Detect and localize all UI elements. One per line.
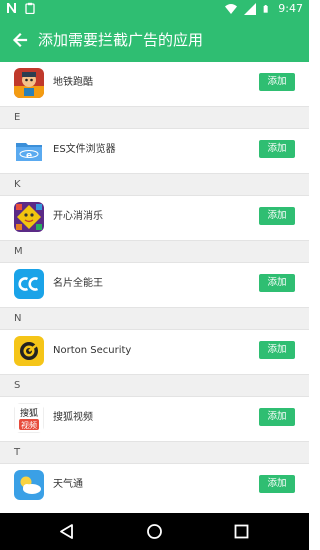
list-item: e ES文件浏览器 添加 — [0, 129, 309, 173]
section-letter: S — [14, 380, 21, 391]
system-nav-bar — [0, 513, 309, 550]
add-button[interactable]: 添加 — [259, 341, 295, 359]
section-letter: E — [14, 112, 21, 123]
add-button[interactable]: 添加 — [259, 475, 295, 493]
section-letter: M — [14, 246, 23, 257]
app-name: 搜狐视频 — [53, 412, 93, 423]
section-header: T — [0, 441, 309, 464]
add-button[interactable]: 添加 — [259, 207, 295, 225]
battery-icon — [263, 5, 268, 13]
app-name: 开心消消乐 — [53, 211, 103, 222]
sohu-logo-text-bottom: 视频 — [21, 420, 37, 430]
notification-n-icon — [7, 3, 16, 13]
app-name: ES文件浏览器 — [53, 144, 116, 155]
app-bar: 添加需要拦截广告的应用 — [0, 18, 309, 62]
sohu-video-icon: 搜狐 视频 — [14, 403, 44, 433]
happy-elimination-icon — [14, 202, 44, 232]
section-header: K — [0, 173, 309, 196]
list-item: 搜狐 视频 搜狐视频 添加 — [0, 397, 309, 441]
wifi-icon — [225, 4, 238, 14]
section-letter: N — [14, 313, 22, 324]
recents-square-icon[interactable] — [233, 523, 250, 540]
subway-surfers-icon — [14, 68, 44, 98]
section-header: S — [0, 374, 309, 397]
camcard-icon — [14, 269, 44, 299]
list-item: 名片全能王 添加 — [0, 263, 309, 307]
status-bar: 9:47 — [0, 0, 309, 18]
section-letter: T — [14, 447, 21, 458]
section-header: N — [0, 307, 309, 330]
arrow-left-icon[interactable] — [10, 30, 30, 50]
add-button[interactable]: 添加 — [259, 73, 295, 91]
es-file-explorer-icon: e — [14, 135, 44, 165]
section-header: E — [0, 106, 309, 129]
back-triangle-icon[interactable] — [58, 523, 75, 540]
norton-security-icon — [14, 336, 44, 366]
app-name: 天气通 — [53, 479, 83, 490]
cellular-signal-icon — [244, 3, 257, 15]
weather-app-icon — [14, 470, 44, 500]
page-title: 添加需要拦截广告的应用 — [38, 31, 204, 49]
list-item: 地铁跑酷 添加 — [0, 62, 309, 106]
section-letter: K — [14, 179, 21, 190]
clipboard-icon — [25, 2, 35, 14]
status-time: 9:47 — [278, 2, 303, 15]
section-header: M — [0, 240, 309, 263]
app-name: 名片全能王 — [53, 278, 103, 289]
sohu-logo-text-top: 搜狐 — [20, 407, 38, 419]
svg-text:e: e — [26, 151, 32, 161]
app-name: 地铁跑酷 — [53, 77, 93, 88]
add-button[interactable]: 添加 — [259, 274, 295, 292]
app-list[interactable]: 地铁跑酷 添加 E e ES文件浏览器 添加 K 开心消消乐 添加 M 名片全能… — [0, 62, 309, 508]
list-item: 天气通 添加 — [0, 464, 309, 508]
add-button[interactable]: 添加 — [259, 408, 295, 426]
add-button[interactable]: 添加 — [259, 140, 295, 158]
home-circle-icon[interactable] — [146, 523, 163, 540]
list-item: Norton Security 添加 — [0, 330, 309, 374]
list-item: 开心消消乐 添加 — [0, 196, 309, 240]
app-name: Norton Security — [53, 345, 132, 356]
